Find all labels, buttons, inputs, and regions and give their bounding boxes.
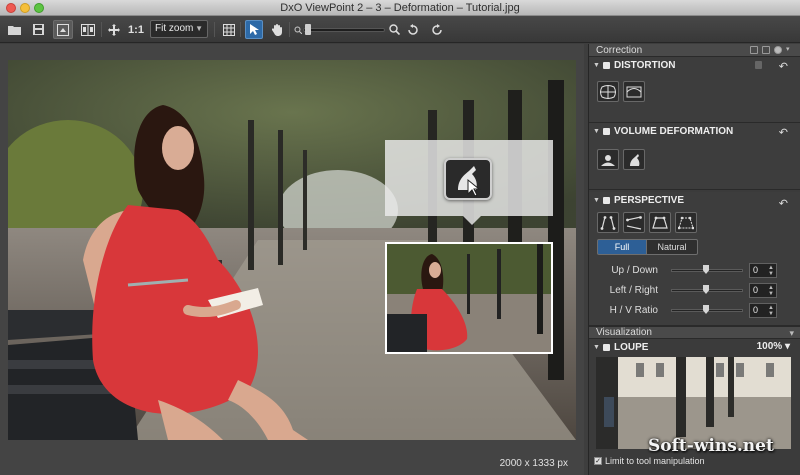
stepper-icon[interactable]: ▲ ▼	[768, 305, 774, 317]
spherical-correction-icon[interactable]	[623, 149, 645, 170]
full-mode-button[interactable]: Full	[597, 239, 647, 255]
toolbar: 1:1 Fit zoom ▼	[0, 16, 800, 43]
eight-point-perspective-icon[interactable]	[675, 212, 697, 233]
volume-section: ▼ VOLUME DEFORMATION ↶	[589, 123, 800, 190]
barrel-distortion-icon[interactable]	[597, 81, 619, 102]
watermark: Soft-wins.net	[648, 436, 774, 456]
zoom-slider-knob[interactable]	[305, 24, 311, 35]
hv-ratio-value[interactable]: 0 ▲ ▼	[749, 303, 777, 318]
volume-title: VOLUME DEFORMATION	[614, 125, 734, 137]
image-dimensions: 2000 x 1333 px	[499, 458, 568, 469]
distortion-header[interactable]: ▼ DISTORTION	[589, 57, 800, 73]
vertical-perspective-icon[interactable]	[597, 212, 619, 233]
rotate-right-icon[interactable]	[429, 20, 445, 39]
collapse-triangle-icon: ▼	[593, 196, 600, 204]
window-title: DxO ViewPoint 2 – 3 – Deformation – Tuto…	[280, 2, 520, 14]
preview-thumbnail	[385, 242, 553, 354]
visualization-title: Visualization	[596, 327, 652, 338]
rectangle-perspective-icon[interactable]	[649, 212, 671, 233]
up-down-slider-row: Up / Down 0 ▲ ▼	[589, 261, 800, 281]
collapse-triangle-icon: ▼	[593, 61, 600, 69]
limit-label: Limit to tool manipulation	[605, 456, 705, 466]
actual-size-button[interactable]: 1:1	[128, 20, 144, 39]
horizontal-perspective-icon[interactable]	[623, 212, 645, 233]
perspective-header[interactable]: ▼ PERSPECTIVE	[589, 192, 800, 208]
reset-arrow-icon[interactable]: ↶	[779, 60, 788, 73]
perspective-tools	[589, 212, 800, 233]
left-right-slider-row: Left / Right 0 ▲ ▼	[589, 281, 800, 301]
save-icon[interactable]	[30, 20, 46, 39]
chevron-down-icon: ▼	[195, 24, 203, 33]
perspective-mode-toggle: Full Natural	[597, 239, 800, 255]
correction-title: Correction	[596, 45, 643, 56]
image-canvas[interactable]: 2000 x 1333 px	[0, 44, 584, 475]
volume-tools	[589, 149, 800, 170]
zoom-select-value: Fit zoom	[155, 23, 194, 34]
export-preset-icon[interactable]	[750, 46, 758, 54]
hv-ratio-value-text: 0	[753, 305, 759, 315]
pointer-icon[interactable]	[245, 20, 263, 39]
cylindrical-correction-icon[interactable]	[597, 149, 619, 170]
display-mode-icon[interactable]	[53, 20, 73, 39]
limit-checkbox[interactable]: ✓	[594, 457, 602, 465]
reset-arrow-icon[interactable]: ↶	[779, 126, 788, 139]
up-down-value-text: 0	[753, 265, 759, 275]
loupe-enable-checkbox[interactable]	[603, 343, 610, 351]
loupe-title: LOUPE	[614, 341, 649, 353]
volume-header[interactable]: ▼ VOLUME DEFORMATION	[589, 123, 800, 139]
pin-icon[interactable]: ▾	[786, 46, 794, 54]
compare-icon[interactable]	[78, 20, 98, 39]
title-bar: DxO ViewPoint 2 – 3 – Deformation – Tuto…	[0, 0, 800, 16]
volume-deformation-icon[interactable]	[444, 158, 492, 200]
volume-enable-checkbox[interactable]	[603, 127, 610, 135]
app-window: DxO ViewPoint 2 – 3 – Deformation – Tuto…	[0, 0, 800, 475]
collapse-triangle-icon: ▼	[593, 343, 600, 351]
up-down-value[interactable]: 0 ▲ ▼	[749, 263, 777, 278]
loupe-header[interactable]: ▼ LOUPE 100% ▾	[589, 339, 800, 355]
distortion-title: DISTORTION	[614, 59, 676, 71]
grid-icon[interactable]	[221, 20, 237, 39]
collapse-triangle-icon: ▼	[593, 127, 600, 135]
distortion-section: ▼ DISTORTION ↶	[589, 57, 800, 123]
zoom-in-icon[interactable]	[387, 20, 401, 39]
stepper-icon[interactable]: ▲ ▼	[768, 285, 774, 297]
loupe-zoom-value: 100%	[756, 341, 783, 352]
zoom-out-icon[interactable]	[293, 20, 303, 39]
tooltip-arrow	[463, 216, 481, 225]
loupe-zoom[interactable]: 100% ▾	[757, 341, 790, 352]
move-icon[interactable]	[106, 20, 122, 39]
limit-to-tool-option[interactable]: ✓ Limit to tool manipulation	[594, 456, 705, 466]
trash-icon[interactable]	[755, 61, 762, 69]
reset-all-icon[interactable]	[774, 46, 782, 54]
correction-header: Correction ▾	[589, 44, 800, 57]
hand-icon[interactable]	[268, 20, 286, 39]
left-right-value[interactable]: 0 ▲ ▼	[749, 283, 777, 298]
left-right-knob[interactable]	[703, 285, 709, 294]
hv-ratio-slider-row: H / V Ratio 0 ▲ ▼	[589, 301, 800, 321]
up-down-label: Up / Down	[611, 265, 658, 276]
distortion-enable-checkbox[interactable]	[603, 61, 610, 69]
perspective-enable-checkbox[interactable]	[603, 196, 610, 204]
hv-ratio-label: H / V Ratio	[609, 305, 658, 316]
zoom-select[interactable]: Fit zoom ▼	[150, 20, 208, 38]
folder-icon[interactable]	[6, 20, 22, 39]
perspective-title: PERSPECTIVE	[614, 194, 685, 206]
rotate-left-icon[interactable]	[405, 20, 421, 39]
left-right-label: Left / Right	[609, 285, 658, 296]
panel-header-icons: ▾	[750, 46, 794, 54]
zoom-slider[interactable]	[303, 28, 385, 32]
import-preset-icon[interactable]	[762, 46, 770, 54]
distortion-tools	[589, 81, 800, 102]
perspective-section: ▼ PERSPECTIVE ↶ Full Natural Up / Down 0…	[589, 192, 800, 326]
pin-icon[interactable]: ▾	[789, 327, 794, 339]
natural-mode-button[interactable]: Natural	[647, 239, 698, 255]
fisheye-icon[interactable]	[623, 81, 645, 102]
left-right-value-text: 0	[753, 285, 759, 295]
up-down-knob[interactable]	[703, 265, 709, 274]
hv-ratio-knob[interactable]	[703, 305, 709, 314]
stepper-icon[interactable]: ▲ ▼	[768, 265, 774, 277]
reset-arrow-icon[interactable]: ↶	[779, 197, 788, 210]
visualization-header: Visualization ▾	[589, 326, 800, 339]
